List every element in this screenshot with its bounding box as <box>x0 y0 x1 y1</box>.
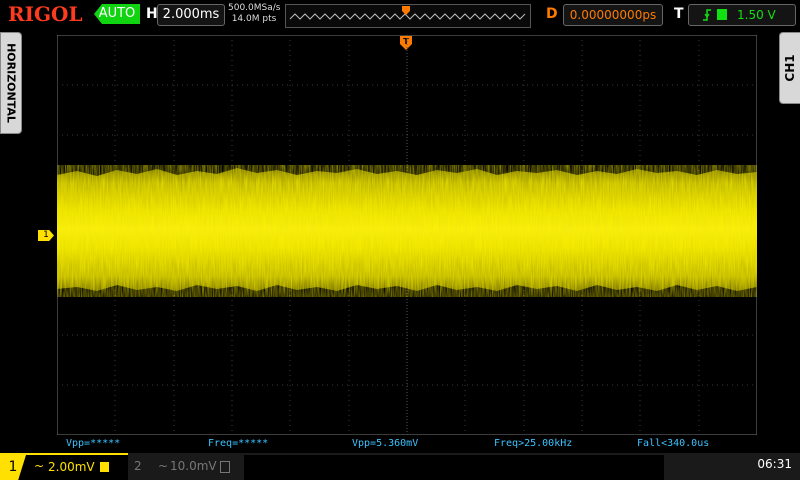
noise-texture <box>57 165 757 297</box>
ch1-offset-marker[interactable]: 1 <box>38 230 54 241</box>
run-state-badge[interactable]: AUTO <box>94 4 140 24</box>
ch1-status-tab[interactable]: 1 ~ 2.00mV <box>0 453 128 480</box>
trigger-indicator: T <box>674 6 684 22</box>
ch1-number: 1 <box>0 455 26 480</box>
memory-waveform-preview <box>289 6 526 20</box>
ch2-status-tab[interactable]: 2 ~ 10.0mV <box>128 455 240 478</box>
horizontal-menu-tab[interactable]: HORIZONTAL <box>0 32 22 134</box>
horizontal-tab-label: HORIZONTAL <box>4 43 18 123</box>
measurement-vpp-2: Vpp=5.360mV <box>352 438 419 449</box>
ch2-number: 2 <box>134 459 142 473</box>
ch2-scale: 10.0mV <box>170 459 217 473</box>
brand-logo: RIGOL <box>8 2 83 26</box>
ac-coupling-icon-ch2: ~ <box>158 459 169 473</box>
clock-time: 06:31 <box>757 457 792 471</box>
trigger-level: 1.50 V <box>737 8 776 22</box>
ac-coupling-icon: ~ <box>34 459 45 473</box>
measurement-vpp-1: Vpp=***** <box>66 438 121 449</box>
measurement-freq-2: Freq>25.00kHz <box>494 438 573 449</box>
sample-rate: 500.0MSa/s <box>228 3 281 13</box>
top-status-bar: RIGOL AUTO H 2.000ms 500.0MSa/s 14.0M pt… <box>0 0 800 30</box>
ch1-scale: 2.00mV <box>48 460 95 474</box>
measurement-fall: Fall<340.0us <box>637 438 710 449</box>
acquisition-info: 500.0MSa/s 14.0M pts <box>228 3 280 25</box>
trigger-source-icon <box>717 9 727 20</box>
bottom-status-bar: 1 ~ 2.00mV 2 ~ 10.0mV 06:31 <box>0 453 800 480</box>
channel-menu-tab[interactable]: CH1 <box>779 32 800 104</box>
falling-edge-icon <box>701 5 713 31</box>
memory-depth: 14.0M pts <box>231 14 277 24</box>
measurement-freq-1: Freq=***** <box>208 438 269 449</box>
ch1-bandwidth-icon <box>100 462 109 472</box>
trigger-position-icon <box>402 6 410 15</box>
delay-indicator: D <box>546 6 558 22</box>
memory-overview[interactable] <box>285 4 531 28</box>
ch2-bandwidth-icon <box>220 461 230 473</box>
bottom-empty-panel <box>244 455 664 480</box>
channel-tab-label: CH1 <box>783 54 797 82</box>
trigger-settings[interactable]: 1.50 V <box>688 4 796 26</box>
horizontal-indicator: H <box>146 6 158 22</box>
timebase-value[interactable]: 2.000ms <box>157 4 225 26</box>
waveform-grid <box>57 35 757 435</box>
delay-value[interactable]: 0.00000000ps <box>563 4 663 26</box>
